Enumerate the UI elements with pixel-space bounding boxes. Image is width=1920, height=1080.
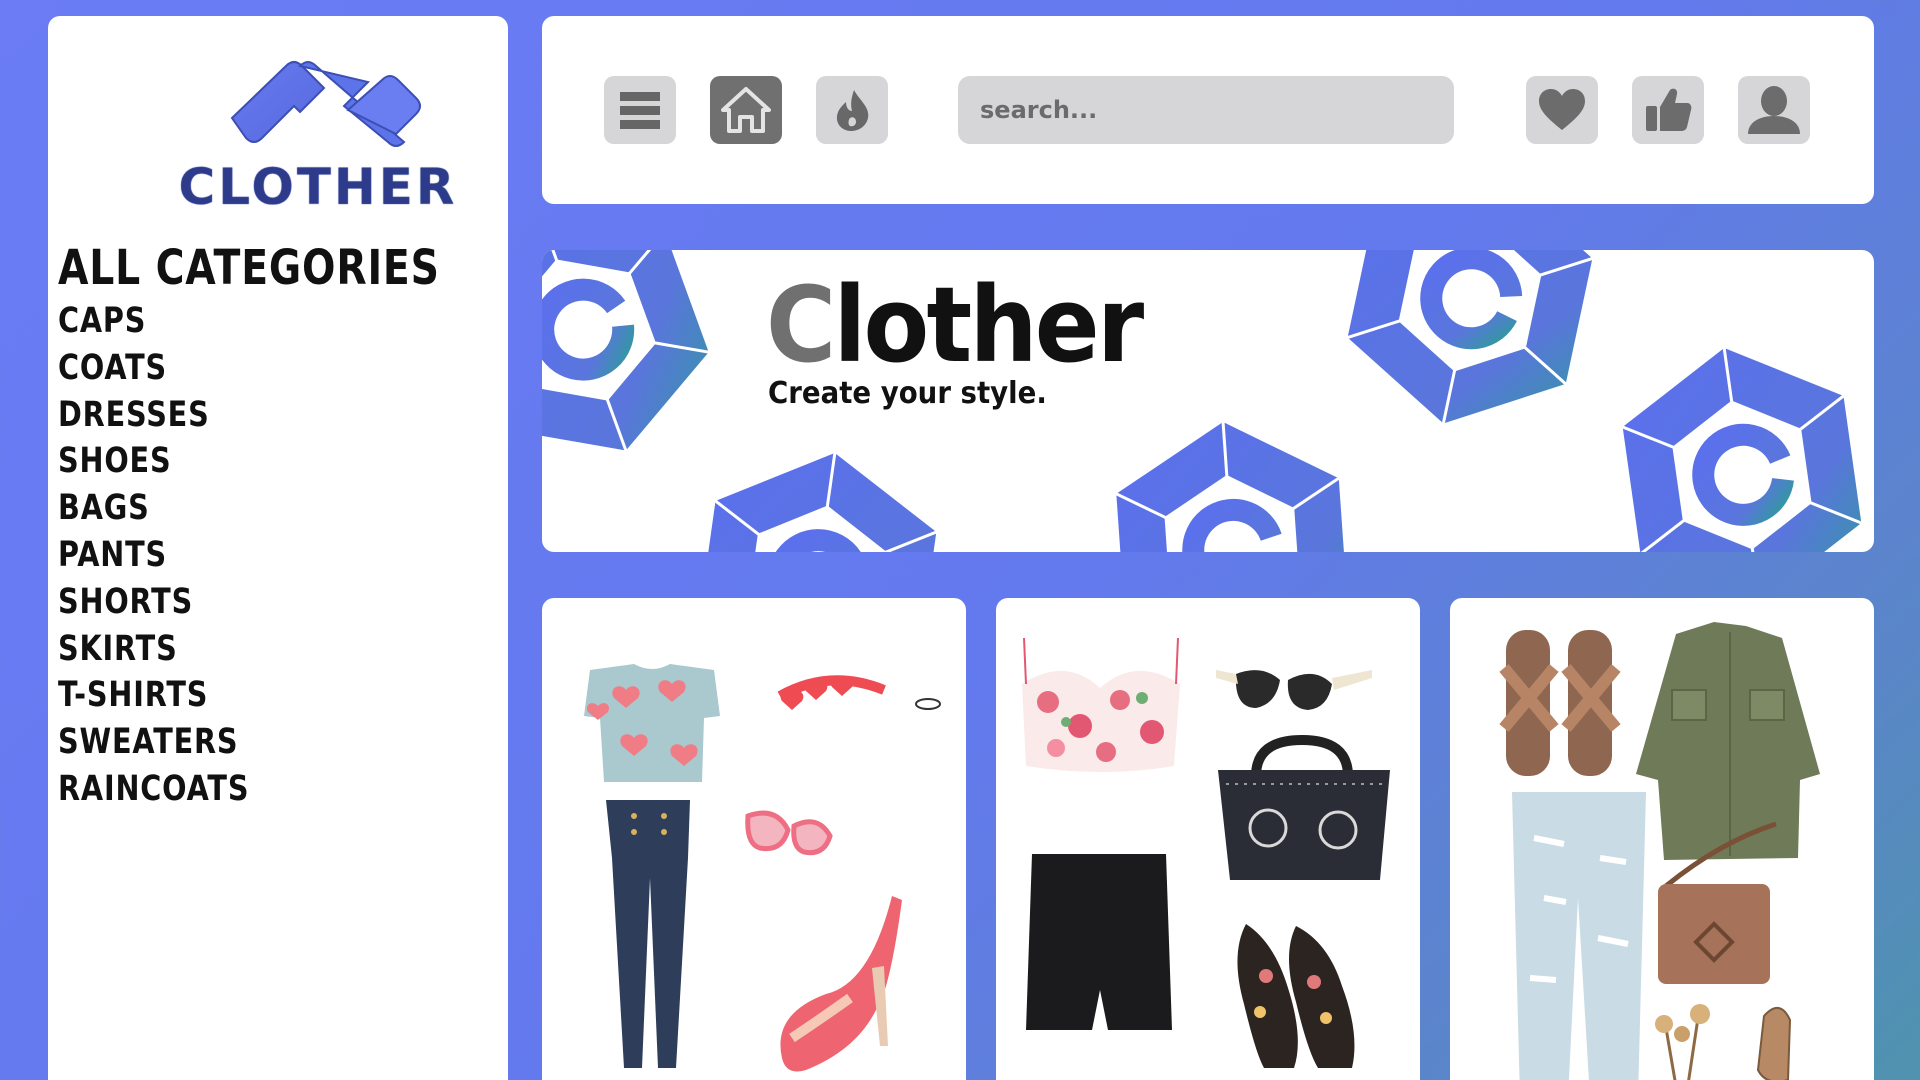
product-card-outfit-2[interactable] bbox=[996, 598, 1420, 1080]
outfit-3-image bbox=[1499, 622, 1820, 1080]
heart-print-top bbox=[584, 664, 720, 782]
banner-title-initial: C bbox=[766, 264, 836, 386]
cat-eye-sunglasses bbox=[1216, 670, 1372, 710]
category-item-pants[interactable]: PANTS bbox=[58, 532, 440, 579]
category-item-caps[interactable]: CAPS bbox=[58, 298, 440, 345]
top-toolbar bbox=[542, 16, 1874, 204]
category-list: CAPS COATS DRESSES SHOES BAGS PANTS SHOR… bbox=[58, 298, 524, 813]
hero-banner[interactable]: Clother Create your style. bbox=[542, 250, 1874, 552]
coral-slingback-heels bbox=[780, 896, 902, 1072]
product-card-outfit-1[interactable] bbox=[542, 598, 966, 1080]
product-card-outfit-3[interactable] bbox=[1450, 598, 1874, 1080]
outfit-1-image bbox=[584, 664, 941, 1072]
floral-bustier-top bbox=[1022, 637, 1180, 772]
heart-icon bbox=[1539, 89, 1585, 130]
outfit-2-image bbox=[1022, 637, 1390, 1068]
category-item-bags[interactable]: BAGS bbox=[58, 485, 440, 532]
menu-button[interactable] bbox=[604, 76, 676, 144]
sidebar: CLOTHER ALL CATEGORIES CAPS COATS DRESSE… bbox=[48, 16, 508, 1080]
pink-sunglasses bbox=[745, 810, 833, 856]
favorites-button[interactable] bbox=[1526, 76, 1598, 144]
black-studded-handbag bbox=[1218, 734, 1390, 880]
tan-strappy-sandals bbox=[1499, 630, 1621, 776]
category-item-sweaters[interactable]: SWEATERS bbox=[58, 719, 440, 766]
trending-button[interactable] bbox=[816, 76, 888, 144]
search-input[interactable] bbox=[958, 76, 1454, 144]
dried-flowers bbox=[1655, 1004, 1710, 1080]
user-icon bbox=[1748, 86, 1800, 134]
distressed-boyfriend-jeans bbox=[1512, 792, 1646, 1080]
logo-mark-icon bbox=[230, 61, 421, 147]
category-item-skirts[interactable]: SKIRTS bbox=[58, 626, 440, 673]
aviator-sunglasses bbox=[1756, 1007, 1792, 1080]
flame-icon bbox=[836, 90, 869, 131]
black-high-waist-shorts bbox=[1026, 854, 1172, 1030]
likes-button[interactable] bbox=[1632, 76, 1704, 144]
thumbs-up-icon bbox=[1646, 88, 1692, 131]
olive-utility-shirt bbox=[1636, 622, 1820, 860]
profile-button[interactable] bbox=[1738, 76, 1810, 144]
brand-wordmark: CLOTHER bbox=[168, 158, 468, 216]
category-item-t-shirts[interactable]: T-SHIRTS bbox=[58, 672, 440, 719]
category-item-coats[interactable]: COATS bbox=[58, 345, 440, 392]
high-waist-jeans bbox=[606, 800, 690, 1068]
banner-tagline: Create your style. bbox=[768, 376, 1047, 411]
category-item-shoes[interactable]: SHOES bbox=[58, 438, 440, 485]
menu-icon bbox=[620, 92, 660, 129]
category-item-dresses[interactable]: DRESSES bbox=[58, 392, 440, 439]
categories-heading[interactable]: ALL CATEGORIES bbox=[58, 240, 440, 296]
category-item-shorts[interactable]: SHORTS bbox=[58, 579, 440, 626]
brand-logo[interactable]: CLOTHER bbox=[168, 30, 468, 220]
banner-title: Clother bbox=[766, 264, 1144, 386]
floral-platform-heels bbox=[1237, 924, 1355, 1068]
red-heart-headband bbox=[777, 675, 941, 710]
hexagon-pattern bbox=[542, 250, 1874, 552]
home-icon bbox=[721, 87, 771, 133]
category-nav: ALL CATEGORIES CAPS COATS DRESSES SHOES … bbox=[58, 240, 524, 813]
category-item-raincoats[interactable]: RAINCOATS bbox=[58, 766, 440, 813]
home-button[interactable] bbox=[710, 76, 782, 144]
banner-title-rest: lother bbox=[833, 264, 1144, 386]
